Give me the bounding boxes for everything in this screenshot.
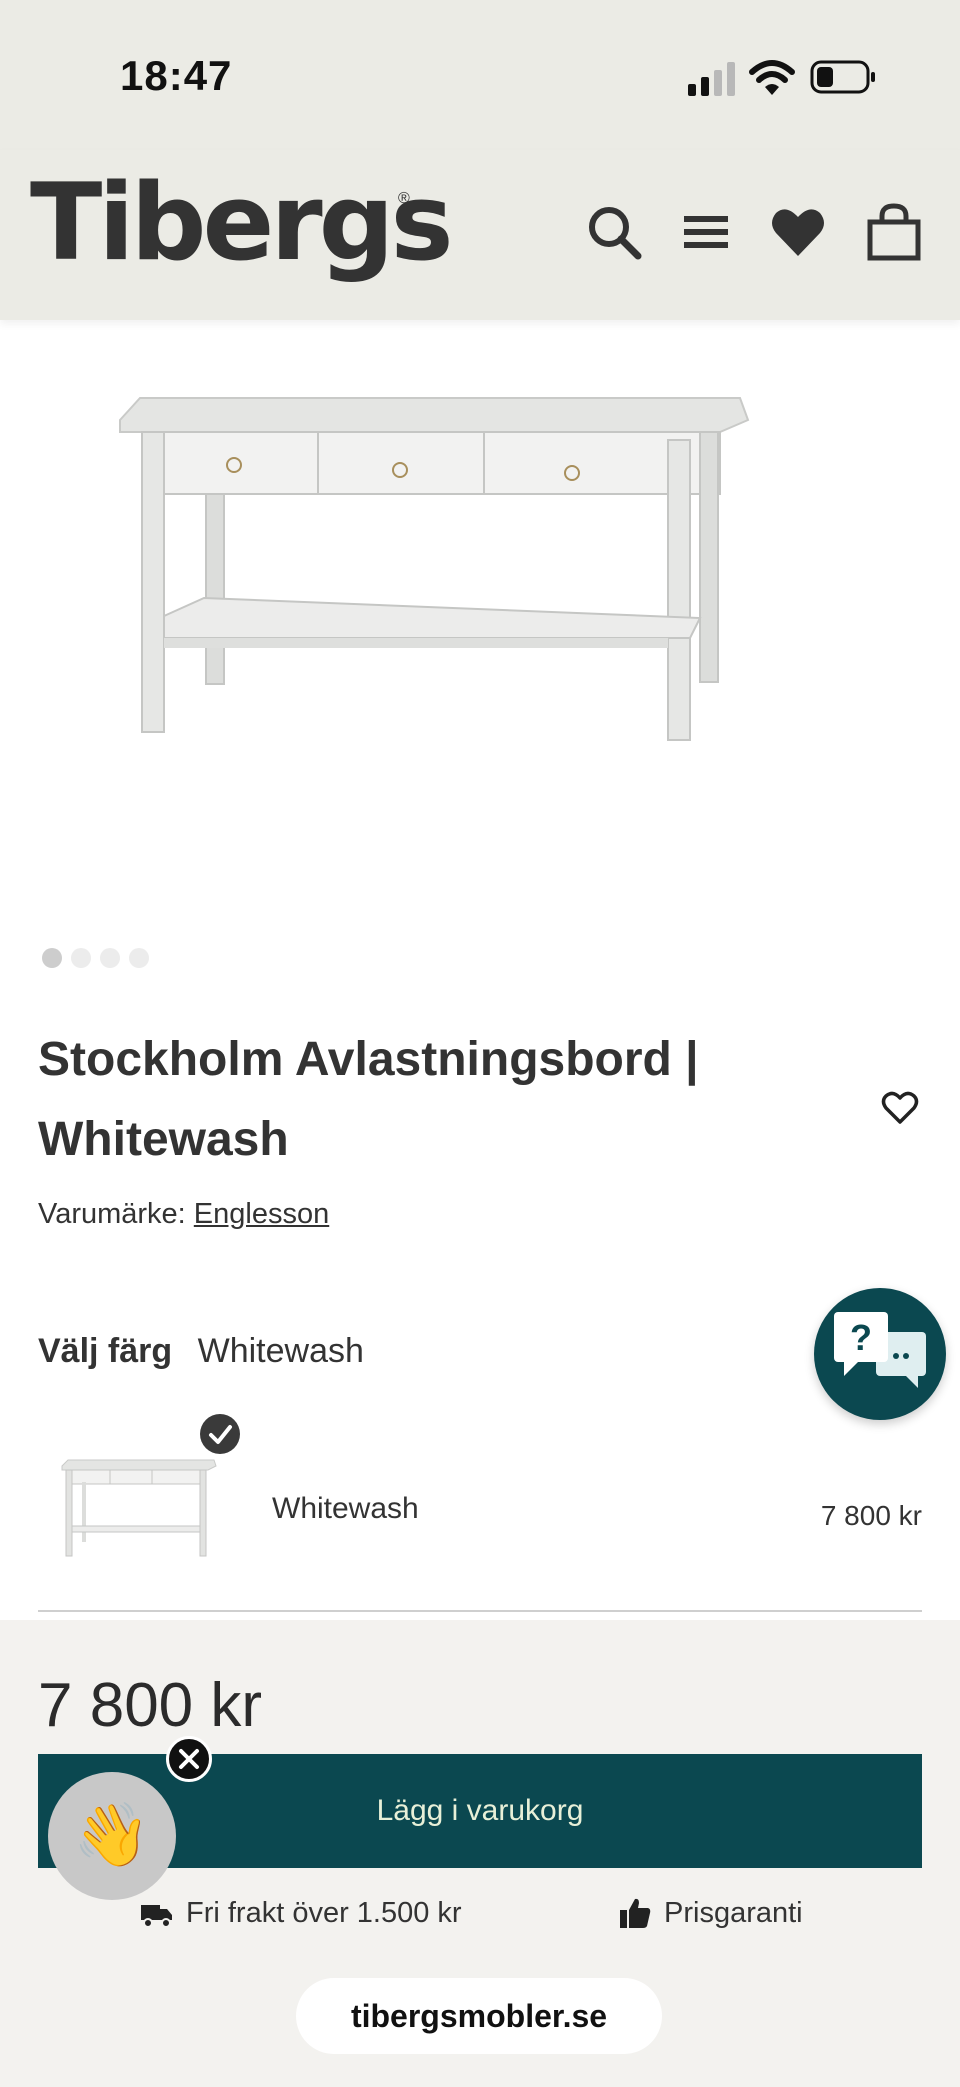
chat-question-icon: ? [834,1312,926,1388]
wifi-icon [749,60,795,95]
waving-hand-icon: 👋 [73,1801,151,1870]
brand-label: Varumärke: [38,1198,186,1230]
gallery-dot[interactable] [71,948,91,968]
cellular-signal-icon [688,62,735,96]
favorites-heart-icon[interactable] [768,202,828,262]
close-icon[interactable] [166,1736,212,1782]
product-price: 7 800 kr [38,1671,263,1740]
selected-color: Whitewash [197,1332,364,1370]
site-logo[interactable]: Tibergs [30,170,454,276]
divider [38,1610,922,1612]
status-bar: 18:47 [0,0,960,150]
brand-link[interactable]: Englesson [194,1198,329,1230]
variant-price: 7 800 kr [820,1500,922,1531]
color-label: Välj färg [38,1332,173,1370]
site-header: Tibergs ® [0,150,960,320]
truck-icon [141,1905,172,1928]
gallery-dot[interactable] [100,948,120,968]
usp-text: Fri frakt över 1.500 kr [186,1896,462,1929]
customer-chat-button[interactable]: ? [814,1288,946,1420]
selected-check-icon [200,1414,240,1454]
color-option-whitewash[interactable]: Whitewash 7 800 kr [38,1410,922,1590]
color-selector-header: Välj färg Whitewash [38,1332,364,1371]
registered-mark: ® [398,190,410,207]
waving-hand-widget[interactable]: 👋 [48,1772,176,1900]
status-time: 18:47 [120,52,233,99]
search-icon[interactable] [584,202,644,262]
usp-text: Prisgaranti [664,1896,803,1929]
product-brand: Varumärke: Englesson [38,1198,329,1231]
usp-free-shipping: Fri frakt över 1.500 kr [140,1896,462,1930]
variant-thumbnail [61,1459,217,1557]
shopping-bag-icon[interactable] [864,202,924,262]
product-image[interactable] [100,370,760,810]
url-field[interactable]: tibergsmobler.se [296,1978,662,2054]
browser-address-bar: tibergsmobler.se [0,1950,960,2087]
variant-name: Whitewash [272,1492,419,1525]
gallery-dot[interactable] [42,948,62,968]
gallery-pagination [42,948,149,968]
gallery-dot[interactable] [129,948,149,968]
usp-price-guarantee: Prisgaranti [618,1896,803,1930]
svg-text:?: ? [850,1317,872,1358]
product-title: Stockholm Avlastningsbord | Whitewash [38,1033,699,1166]
battery-icon [810,60,875,94]
thumbs-up-icon [620,1898,651,1928]
wishlist-heart-icon[interactable] [880,1088,920,1128]
menu-icon[interactable] [676,202,736,262]
